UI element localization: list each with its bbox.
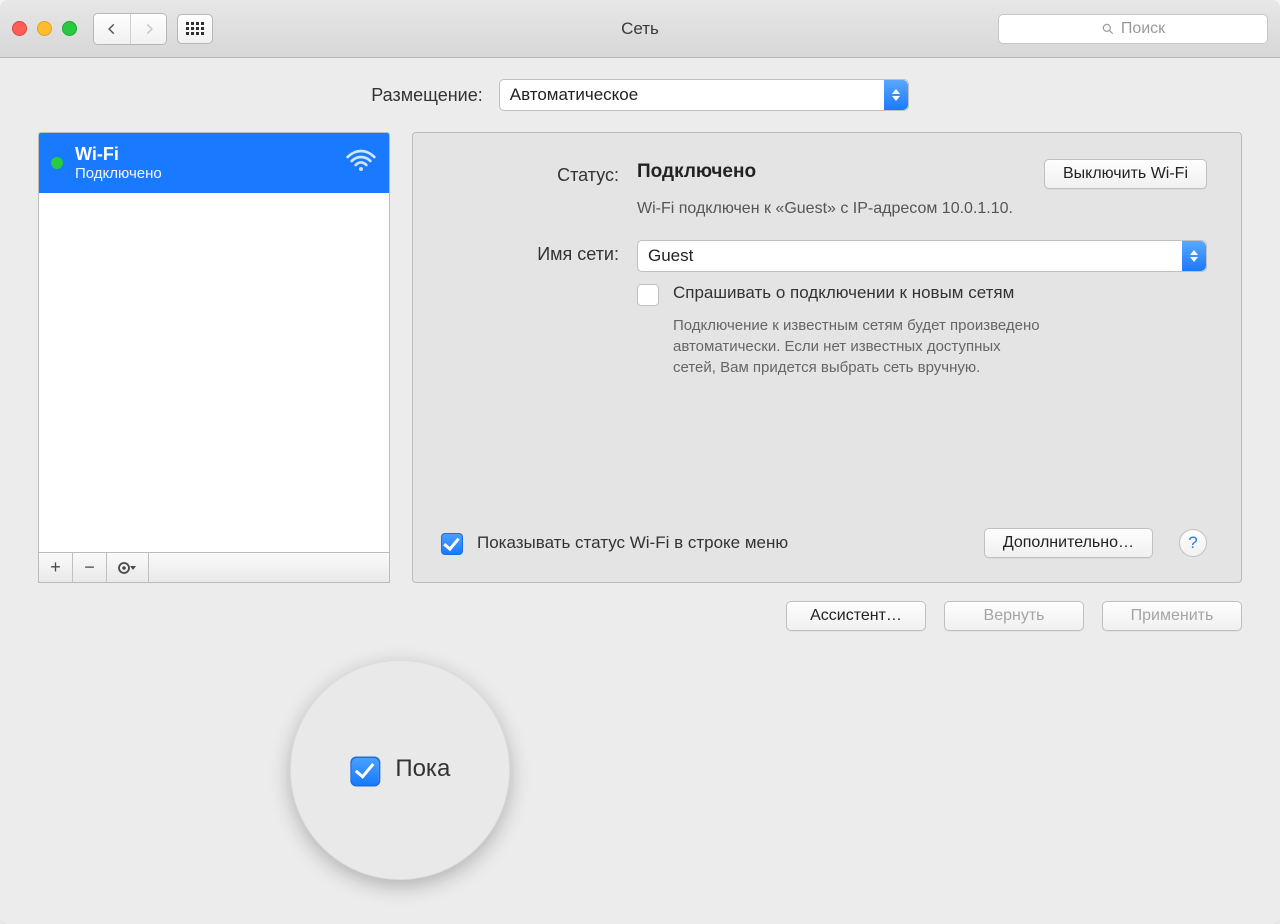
bottom-options: Показывать статус Wi-Fi в строке меню До…	[441, 528, 1207, 558]
network-name-row: Имя сети: Guest Спрашивать о подключении…	[441, 240, 1207, 378]
ask-join-description: Подключение к известным сетям будет прои…	[673, 315, 1043, 378]
location-row: Размещение: Автоматическое	[0, 58, 1280, 132]
search-field[interactable]: Поиск	[998, 14, 1268, 44]
sidebar: Wi-Fi Подключено + −	[38, 132, 390, 583]
titlebar: Сеть Поиск	[0, 0, 1280, 58]
network-status: Подключено	[75, 165, 333, 182]
status-label: Статус:	[441, 161, 637, 220]
ask-join-label: Спрашивать о подключении к новым сетям	[673, 282, 1207, 305]
minimize-button[interactable]	[37, 21, 52, 36]
network-list[interactable]: Wi-Fi Подключено	[38, 132, 390, 553]
ask-join-row: Спрашивать о подключении к новым сетям П…	[637, 282, 1207, 378]
content-area: Wi-Fi Подключено + −	[0, 132, 1280, 583]
location-select[interactable]: Автоматическое	[499, 79, 909, 111]
network-name-select[interactable]: Guest	[637, 240, 1207, 272]
status-description: Wi-Fi подключен к «Guest» с IP-адресом 1…	[637, 197, 1037, 220]
search-icon	[1101, 22, 1115, 36]
add-network-button[interactable]: +	[39, 553, 73, 582]
network-labels: Wi-Fi Подключено	[75, 144, 333, 182]
network-item-wifi[interactable]: Wi-Fi Подключено	[39, 133, 389, 193]
detail-panel: Выключить Wi-Fi Статус: Подключено Wi-Fi…	[412, 132, 1242, 583]
sidebar-toolbar: + −	[38, 553, 390, 583]
search-placeholder: Поиск	[1121, 20, 1165, 38]
gear-dropdown-icon	[117, 561, 139, 575]
network-name-value: Guest	[648, 246, 693, 266]
wifi-icon	[345, 145, 377, 182]
window-controls	[12, 21, 77, 36]
help-button[interactable]: ?	[1179, 529, 1207, 557]
back-button[interactable]	[94, 14, 130, 44]
nav-back-forward	[93, 13, 167, 45]
network-preferences-window: Сеть Поиск Размещение: Автоматическое Wi…	[0, 0, 1280, 924]
network-options-button[interactable]	[107, 553, 149, 582]
remove-network-button[interactable]: −	[73, 553, 107, 582]
window-title: Сеть	[621, 19, 659, 39]
apply-button[interactable]: Применить	[1102, 601, 1242, 631]
location-value: Автоматическое	[510, 85, 638, 105]
magnified-checkbox-icon	[350, 757, 380, 787]
assistant-button[interactable]: Ассистент…	[786, 601, 926, 631]
zoom-button[interactable]	[62, 21, 77, 36]
network-name: Wi-Fi	[75, 144, 333, 165]
status-dot-connected-icon	[51, 157, 63, 169]
select-arrows-icon	[884, 80, 908, 110]
grid-icon	[186, 22, 204, 35]
magnifier-overlay: Пока	[290, 660, 510, 880]
footer: Ассистент… Вернуть Применить	[0, 583, 1280, 631]
revert-button[interactable]: Вернуть	[944, 601, 1084, 631]
advanced-button[interactable]: Дополнительно…	[984, 528, 1153, 558]
network-name-label: Имя сети:	[441, 240, 637, 378]
close-button[interactable]	[12, 21, 27, 36]
show-status-label: Показывать статус Wi-Fi в строке меню	[477, 533, 788, 553]
select-arrows-icon	[1182, 241, 1206, 271]
turn-off-wifi-button[interactable]: Выключить Wi-Fi	[1044, 159, 1207, 189]
forward-button[interactable]	[130, 14, 166, 44]
location-label: Размещение:	[371, 85, 482, 106]
chevron-right-icon	[142, 22, 156, 36]
magnified-text: Пока	[395, 757, 450, 784]
ask-join-checkbox[interactable]	[637, 284, 659, 306]
chevron-left-icon	[105, 22, 119, 36]
show-all-button[interactable]	[177, 14, 213, 44]
show-status-checkbox[interactable]	[441, 533, 463, 555]
